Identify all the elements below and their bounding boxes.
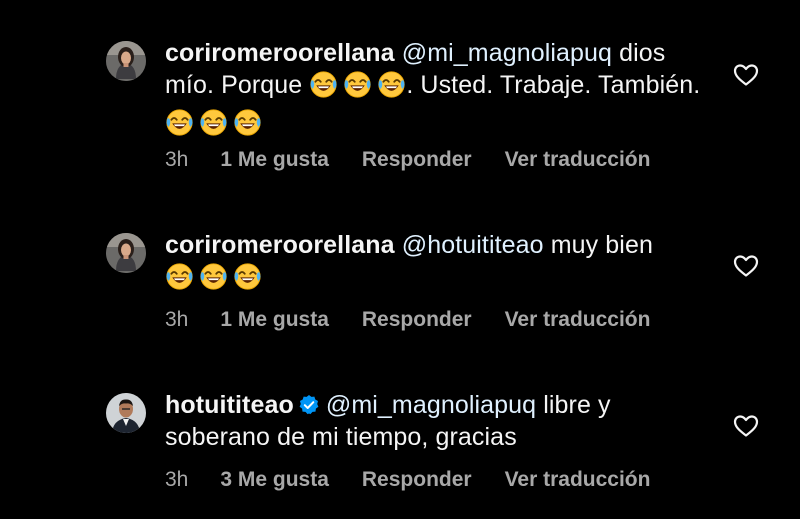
comment-mention[interactable]: @mi_magnoliapuq bbox=[326, 391, 536, 419]
comment-text-part: . Usted. Trabaje. También. bbox=[406, 71, 701, 99]
comment-meta: 3h 3 Me gusta Responder Ver traducción bbox=[165, 468, 650, 492]
comment-time: 3h bbox=[165, 308, 189, 331]
comment-time: 3h bbox=[165, 148, 189, 171]
face-with-tears-of-joy-emoji bbox=[199, 262, 228, 291]
comment-username[interactable]: coriromeroorellana bbox=[165, 39, 395, 67]
comment-text-part: muy bien bbox=[543, 231, 653, 259]
emoji-group bbox=[309, 70, 406, 107]
comment-text: coriromeroorellana @mi_magnoliapuq dios … bbox=[165, 37, 705, 145]
face-with-tears-of-joy-emoji bbox=[343, 70, 372, 99]
comment-mention[interactable]: @mi_magnoliapuq bbox=[402, 39, 612, 67]
like-button[interactable] bbox=[733, 254, 759, 278]
like-button[interactable] bbox=[733, 414, 759, 438]
face-with-tears-of-joy-emoji bbox=[377, 70, 406, 99]
avatar[interactable] bbox=[106, 393, 146, 433]
reply-button[interactable]: Responder bbox=[362, 148, 472, 172]
face-with-tears-of-joy-emoji bbox=[199, 108, 228, 137]
avatar-man-icon bbox=[106, 393, 146, 433]
heart-outline-icon bbox=[733, 63, 759, 87]
verified-badge-icon bbox=[298, 394, 320, 416]
avatar[interactable] bbox=[106, 233, 146, 273]
face-with-tears-of-joy-emoji bbox=[233, 108, 262, 137]
see-translation-button[interactable]: Ver traducción bbox=[505, 468, 651, 492]
heart-outline-icon bbox=[733, 254, 759, 278]
emoji-group bbox=[165, 108, 262, 145]
comment-meta: 3h 1 Me gusta Responder Ver traducción bbox=[165, 308, 650, 332]
avatar-woman-icon bbox=[106, 233, 146, 273]
see-translation-button[interactable]: Ver traducción bbox=[505, 148, 651, 172]
reply-button[interactable]: Responder bbox=[362, 308, 472, 332]
comment-username[interactable]: hotuititeao bbox=[165, 391, 294, 419]
comment-text: coriromeroorellana @hotuititeao muy bien bbox=[165, 229, 705, 299]
see-translation-button[interactable]: Ver traducción bbox=[505, 308, 651, 332]
avatar-woman-icon bbox=[106, 41, 146, 81]
face-with-tears-of-joy-emoji bbox=[165, 262, 194, 291]
comment-meta: 3h 1 Me gusta Responder Ver traducción bbox=[165, 148, 650, 172]
reply-button[interactable]: Responder bbox=[362, 468, 472, 492]
emoji-group bbox=[165, 262, 262, 299]
heart-outline-icon bbox=[733, 414, 759, 438]
likes-count[interactable]: 3 Me gusta bbox=[220, 468, 329, 492]
face-with-tears-of-joy-emoji bbox=[233, 262, 262, 291]
face-with-tears-of-joy-emoji bbox=[165, 108, 194, 137]
likes-count[interactable]: 1 Me gusta bbox=[220, 148, 329, 172]
comment-mention[interactable]: @hotuititeao bbox=[402, 231, 544, 259]
comment-username[interactable]: coriromeroorellana bbox=[165, 231, 395, 259]
avatar[interactable] bbox=[106, 41, 146, 81]
likes-count[interactable]: 1 Me gusta bbox=[220, 308, 329, 332]
face-with-tears-of-joy-emoji bbox=[309, 70, 338, 99]
like-button[interactable] bbox=[733, 63, 759, 87]
comment-text: hotuititeao @mi_magnoliapuq libre y sober… bbox=[165, 389, 705, 453]
comment-time: 3h bbox=[165, 468, 189, 491]
